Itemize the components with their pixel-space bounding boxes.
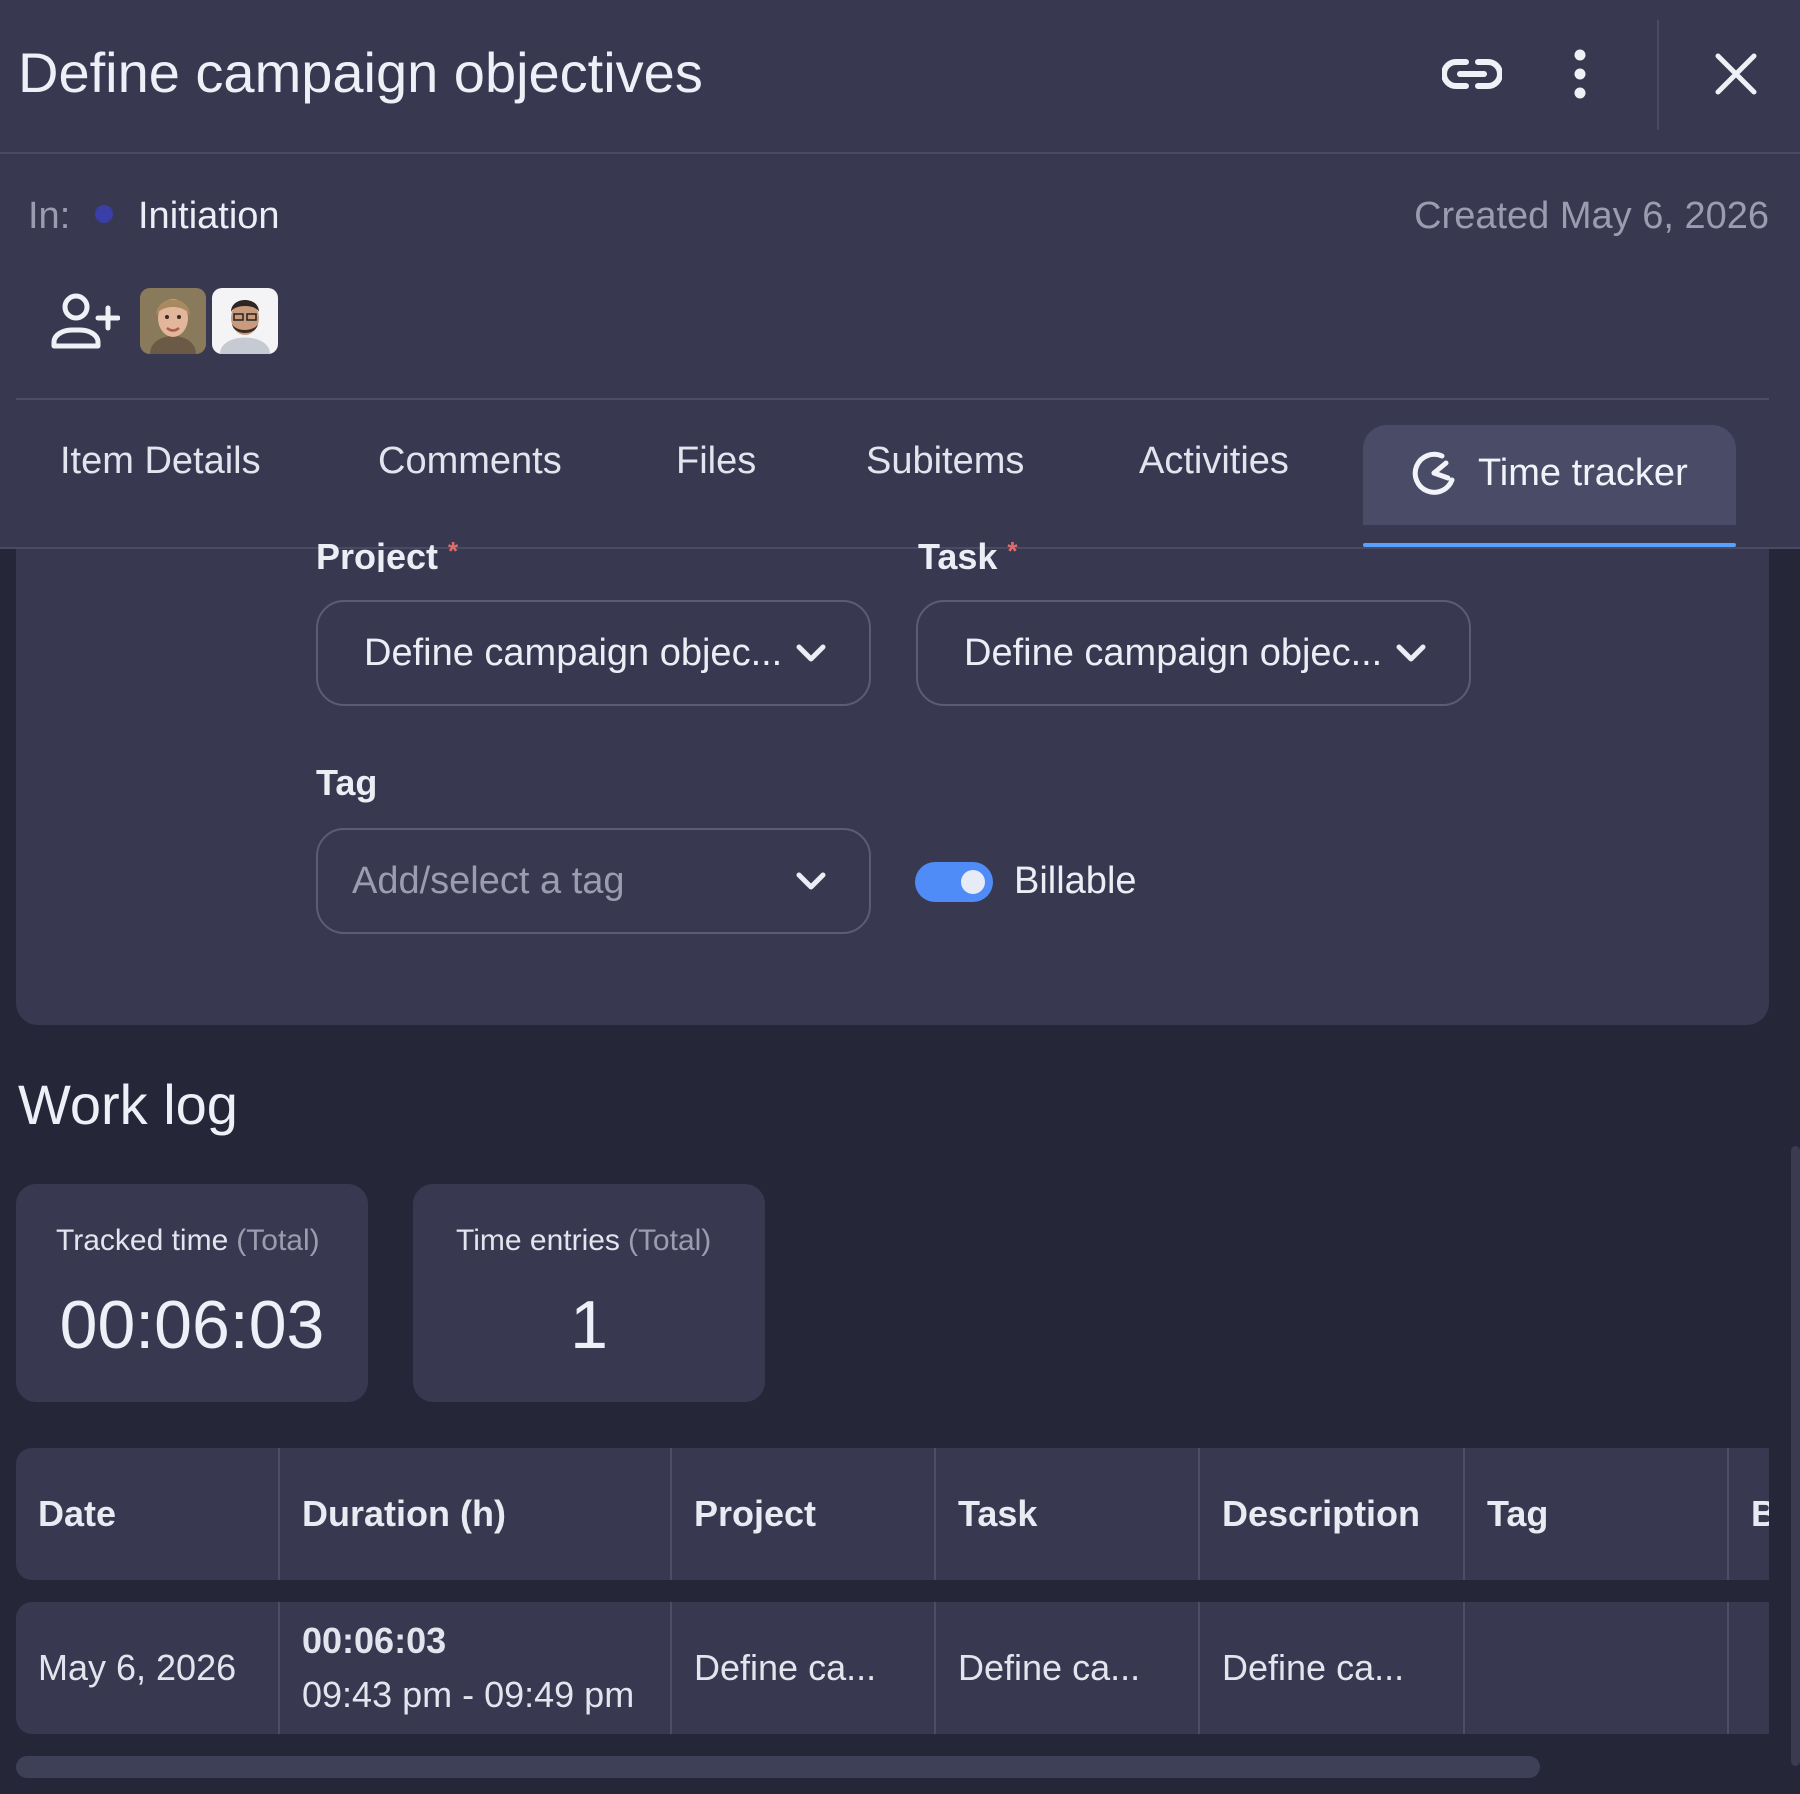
duration-value: 00:06:03 [302, 1620, 447, 1661]
cell-billable [1729, 1602, 1769, 1734]
horizontal-scrollbar[interactable] [16, 1756, 1540, 1778]
time-entry-form [16, 549, 1769, 1025]
column-header-billable[interactable]: B [1729, 1448, 1769, 1580]
toggle-knob [961, 870, 985, 894]
work-log-title: Work log [18, 1073, 238, 1136]
chevron-down-icon [796, 644, 826, 662]
meta-divider [16, 398, 1769, 400]
column-header-duration[interactable]: Duration (h) [280, 1448, 672, 1580]
project-label: Project * [316, 536, 459, 572]
cell-date: May 6, 2026 [16, 1602, 280, 1734]
tracked-time-value: 00:06:03 [59, 1287, 325, 1363]
tracked-time-label: Tracked time (Total) [56, 1224, 320, 1257]
column-header-project[interactable]: Project [672, 1448, 936, 1580]
column-header-description[interactable]: Description [1200, 1448, 1465, 1580]
task-select[interactable]: Define campaign objec... [916, 600, 1471, 706]
vertical-scrollbar[interactable] [1791, 1146, 1800, 1766]
more-options-button[interactable] [1544, 38, 1616, 110]
tag-label: Tag [316, 762, 378, 803]
cell-duration: 00:06:03 09:43 pm - 09:49 pm [280, 1602, 672, 1734]
tab-activities[interactable]: Activities [1139, 440, 1289, 483]
more-vert-icon [1574, 49, 1586, 99]
tab-item-details[interactable]: Item Details [60, 440, 261, 483]
table-header: Date Duration (h) Project Task Descripti… [16, 1448, 1769, 1580]
column-header-task[interactable]: Task [936, 1448, 1200, 1580]
required-mark: * [448, 536, 459, 566]
duration-range: 09:43 pm - 09:49 pm [302, 1674, 635, 1715]
column-header-tag[interactable]: Tag [1465, 1448, 1729, 1580]
chevron-down-icon [796, 872, 826, 890]
person-avatar-2[interactable] [212, 288, 278, 354]
tag-select-placeholder: Add/select a tag [352, 859, 625, 902]
table-row[interactable]: May 6, 2026 00:06:03 09:43 pm - 09:49 pm… [16, 1602, 1769, 1734]
time-entries-value: 1 [570, 1287, 608, 1363]
tab-time-tracker-label[interactable]: Time tracker [1478, 452, 1688, 495]
copy-link-button[interactable] [1434, 38, 1510, 110]
tag-select[interactable]: Add/select a tag [316, 828, 871, 934]
item-title[interactable]: Define campaign objectives [18, 40, 703, 105]
add-person-button[interactable] [50, 290, 121, 354]
task-label: Task * [918, 536, 1018, 572]
task-select-value: Define campaign objec... [964, 631, 1383, 674]
tab-comments[interactable]: Comments [378, 440, 562, 483]
in-label: In: [28, 195, 71, 237]
time-entries-label: Time entries (Total) [456, 1224, 712, 1257]
cell-description: Define ca... [1200, 1602, 1465, 1734]
cell-tag [1465, 1602, 1729, 1734]
billable-toggle[interactable] [915, 862, 993, 902]
column-header-date[interactable]: Date [16, 1448, 280, 1580]
required-mark: * [1007, 536, 1018, 566]
close-button[interactable] [1698, 38, 1774, 110]
close-icon [1715, 53, 1757, 95]
tab-files[interactable]: Files [676, 440, 756, 483]
tab-subitems[interactable]: Subitems [866, 440, 1024, 483]
chevron-down-icon [1396, 644, 1426, 662]
project-select-value: Define campaign objec... [364, 631, 783, 674]
link-icon [1442, 59, 1502, 89]
add-person-icon [51, 293, 121, 349]
created-date: Created May 6, 2026 [1414, 195, 1769, 237]
cell-task: Define ca... [936, 1602, 1200, 1734]
project-select[interactable]: Define campaign objec... [316, 600, 871, 706]
billable-label: Billable [1014, 860, 1137, 902]
person-avatar-1[interactable] [140, 288, 206, 354]
group-color-dot [95, 205, 113, 223]
group-name[interactable]: Initiation [138, 195, 280, 238]
header-divider [1657, 20, 1659, 130]
time-tracker-icon [1412, 450, 1456, 496]
cell-project: Define ca... [672, 1602, 936, 1734]
